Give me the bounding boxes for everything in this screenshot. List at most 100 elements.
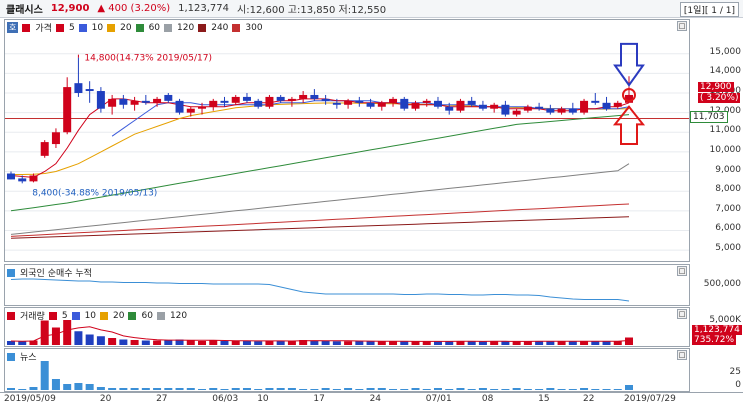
news-bar xyxy=(568,389,577,390)
candle-body xyxy=(29,175,38,182)
candle-body xyxy=(96,91,105,109)
volume-bar xyxy=(613,341,622,345)
candle-body xyxy=(400,98,409,109)
candle xyxy=(557,106,566,115)
news-bar xyxy=(175,388,184,390)
ma120-line xyxy=(10,163,630,235)
news-bar xyxy=(198,389,207,390)
volume-current-label: 1,123,774 xyxy=(692,325,742,335)
candle-body xyxy=(344,100,353,105)
foreign-chart-svg xyxy=(10,278,630,302)
volume-bar xyxy=(433,341,442,345)
price-chart-svg[interactable]: 14,800(14.73% 2019/05/17) 8,400(-34.88% 2… xyxy=(5,20,689,261)
candle-body xyxy=(74,83,83,93)
news-bar xyxy=(411,388,420,390)
price-tick: 9,000 xyxy=(715,164,741,175)
candle xyxy=(175,98,184,115)
news-bar xyxy=(602,389,611,390)
volume-bar xyxy=(557,341,566,345)
news-bar xyxy=(456,388,465,390)
news-bar xyxy=(557,389,566,390)
candle xyxy=(231,94,240,105)
candle-body xyxy=(591,100,600,103)
volume-bar xyxy=(164,340,173,345)
candle xyxy=(501,100,510,117)
volume-bar xyxy=(153,340,162,345)
candle xyxy=(512,108,521,117)
news-bar xyxy=(613,389,622,390)
candle xyxy=(153,96,162,107)
news-bar xyxy=(523,389,532,390)
news-bar xyxy=(546,388,555,390)
x-axis-label: 06/03 xyxy=(212,394,239,404)
x-axis-label: 22 xyxy=(583,394,595,404)
news-bar xyxy=(242,388,251,390)
candle-body xyxy=(276,96,285,101)
volume-bar xyxy=(141,340,150,345)
foreign-tick: 500,000 xyxy=(703,279,741,289)
volume-bar xyxy=(96,336,105,345)
candle-body xyxy=(175,100,184,113)
foreign-panel: 외국인 순매수 누적 □ xyxy=(4,264,690,306)
news-tick-0: 0 xyxy=(735,380,741,390)
candle-body xyxy=(242,96,251,101)
candle-body xyxy=(546,108,555,113)
candle-body xyxy=(433,100,442,107)
candle-body xyxy=(108,98,117,107)
high-annotation: 14,800(14.73% 2019/05/17) xyxy=(84,54,212,64)
candle-body xyxy=(568,108,577,113)
news-bar xyxy=(96,387,105,390)
foreign-line xyxy=(10,278,630,302)
candle-body xyxy=(467,100,476,105)
candle xyxy=(591,92,600,105)
candle xyxy=(7,171,15,180)
candle-body xyxy=(85,89,94,92)
news-chart-svg xyxy=(7,361,633,390)
candle-body xyxy=(209,100,218,107)
candle-body xyxy=(153,98,162,103)
news-bar xyxy=(445,389,454,390)
news-bar xyxy=(40,361,49,390)
news-bar xyxy=(164,388,173,390)
volume-bar xyxy=(366,341,375,345)
x-axis-label: 24 xyxy=(369,394,382,404)
volume-tick: 5,000K xyxy=(709,315,741,325)
x-axis-label: 15 xyxy=(538,394,550,404)
candle xyxy=(40,140,49,158)
news-bar xyxy=(355,389,364,390)
news-bar xyxy=(108,388,117,390)
news-bar xyxy=(186,388,195,390)
candle-body xyxy=(456,100,465,111)
price-tick: 15,000 xyxy=(709,46,742,57)
candle-body xyxy=(119,98,128,105)
volume-bar xyxy=(523,341,532,345)
x-axis-label: 2019/05/09 xyxy=(4,394,56,404)
candle-body xyxy=(557,108,566,113)
volume-bar xyxy=(310,340,319,345)
volume-bar xyxy=(287,341,296,345)
candle-body xyxy=(580,100,589,113)
candle xyxy=(108,94,117,115)
period-selector[interactable]: [1일][ 1 / 1] xyxy=(679,2,739,17)
x-axis-label: 27 xyxy=(156,394,168,404)
reference-line-label: 11,703 xyxy=(690,111,728,124)
news-bar xyxy=(7,388,15,390)
news-bar xyxy=(501,389,510,390)
volume-bar xyxy=(355,341,364,345)
candle-body xyxy=(231,96,240,103)
candle-body xyxy=(141,100,150,103)
candle-body xyxy=(512,110,521,115)
news-bar xyxy=(51,379,60,390)
news-bar xyxy=(321,388,330,390)
volume-bar xyxy=(276,341,285,345)
candle xyxy=(141,94,150,105)
candle xyxy=(265,94,274,109)
news-bar xyxy=(85,384,94,390)
news-bar xyxy=(141,388,150,390)
volume-bar xyxy=(18,341,27,345)
news-bar xyxy=(231,388,240,390)
volume-bar xyxy=(467,341,476,345)
price-tick: 14,000 xyxy=(709,66,742,77)
news-bar xyxy=(512,388,521,390)
candle-body xyxy=(478,104,487,109)
